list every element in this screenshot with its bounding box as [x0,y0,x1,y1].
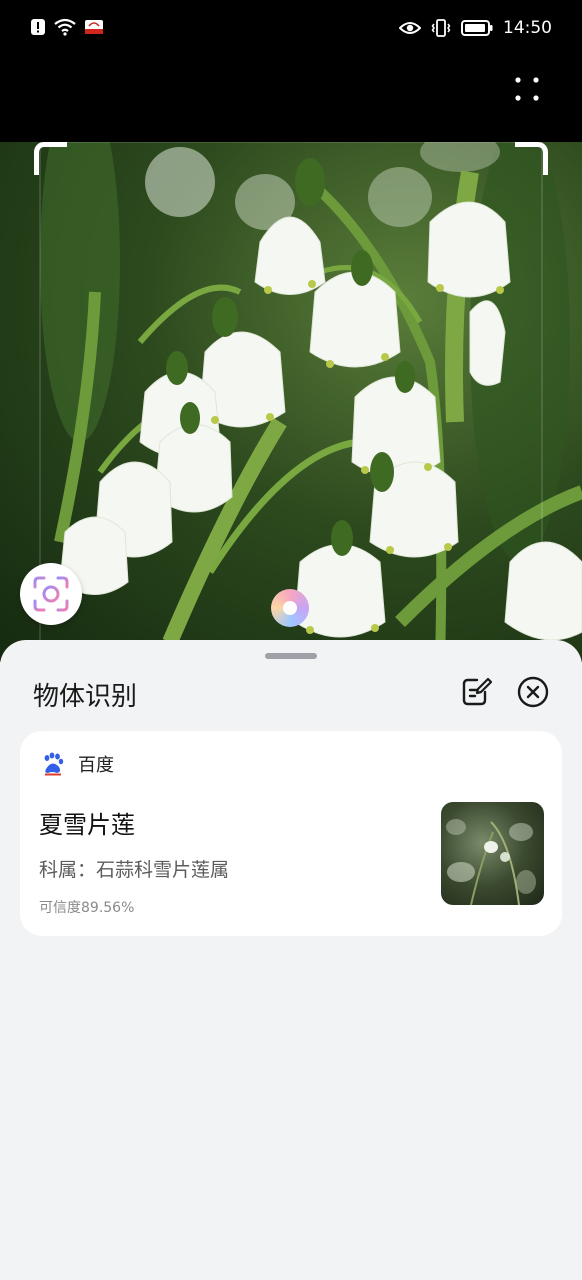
status-bar: 14:50 [0,0,582,60]
thumbnail-image [446,819,536,905]
focus-point-center [283,601,297,615]
sheet-title: 物体识别 [33,682,138,712]
scan-frame-corner [515,142,548,175]
more-grid-icon [515,77,539,101]
baidu-paw-icon [44,752,64,776]
result-family: 科属：石蒜科雪片莲属 [39,859,230,881]
scan-frame-corner [34,142,67,175]
recognition-sheet: 物体识别 百度 夏雪片莲 科属：石蒜科雪片莲属 可信度89.56% [0,640,582,1280]
sheet-grabber[interactable] [265,653,317,659]
focus-point[interactable] [271,589,309,627]
scan-button[interactable] [20,563,82,625]
result-card[interactable]: 百度 夏雪片莲 科属：石蒜科雪片莲属 可信度89.56% [20,731,562,936]
snowflake-flowers-image [39,142,582,662]
eye-icon [399,22,421,34]
edit-icon [462,677,493,706]
scan-icon [33,576,69,612]
edit-button[interactable] [461,676,493,708]
camera-topbar [0,60,582,142]
carrier-badge-icon [85,20,103,34]
alert-icon [31,19,45,35]
result-confidence: 可信度89.56% [39,900,135,916]
more-button[interactable] [512,74,542,104]
vibrate-icon [431,19,451,37]
wifi-icon [54,18,76,36]
status-right: 14:50 [399,18,552,38]
camera-photo [0,142,582,662]
battery-icon [461,20,493,36]
source-name: 百度 [78,755,114,776]
status-left [30,18,104,36]
result-thumbnail[interactable] [441,802,544,905]
result-name: 夏雪片莲 [39,811,135,839]
close-icon [517,676,549,708]
source-row: 百度 [42,751,114,777]
close-button[interactable] [517,676,549,708]
status-time: 14:50 [503,18,552,38]
